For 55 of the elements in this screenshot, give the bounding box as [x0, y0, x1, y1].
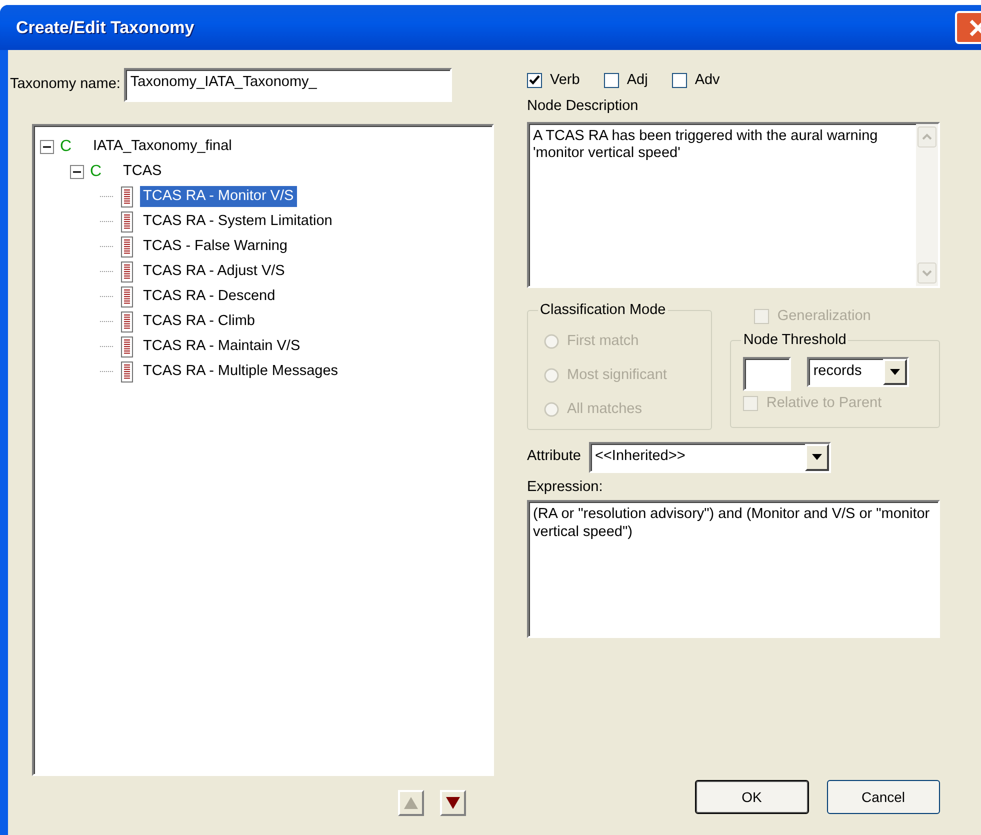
tree-connector [100, 246, 114, 247]
taxonomy-name-field[interactable]: Taxonomy_IATA_Taxonomy_ [124, 68, 452, 102]
document-icon [120, 286, 134, 308]
tree-item[interactable]: TCAS RA - Descend [140, 286, 278, 308]
checkbox-label[interactable]: Adv [694, 70, 720, 92]
tree-connector [100, 346, 114, 347]
tree-item[interactable]: TCAS RA - Adjust V/S [140, 260, 288, 282]
tree-item[interactable]: TCAS RA - Maintain V/S [140, 336, 304, 358]
tree-connector [100, 196, 114, 197]
up-arrow-icon [404, 797, 418, 809]
attribute-dropdown[interactable]: <<Inherited>> [589, 442, 831, 472]
document-icon [120, 336, 134, 358]
document-icon [120, 236, 134, 258]
field-label: Taxonomy name: [10, 75, 120, 94]
node-description-field[interactable]: A TCAS RA has been triggered with the aural warning 'monitor vertical speed' [527, 122, 940, 288]
unit-dropdown[interactable]: records [807, 356, 910, 386]
document-icon [120, 360, 134, 382]
scroll-down-icon [917, 262, 937, 284]
tree-connector [100, 296, 114, 297]
field-label: Node Description [527, 96, 640, 116]
tree-item[interactable]: TCAS RA - Multiple Messages [140, 360, 342, 382]
tree-connector [100, 271, 114, 272]
collapse-icon[interactable] [40, 140, 54, 154]
window-title: Create/Edit Taxonomy [16, 16, 194, 39]
tree-connector [100, 321, 114, 322]
dropdown-arrow-icon [890, 368, 900, 374]
category-icon: C [90, 160, 104, 184]
scrollbar[interactable] [916, 124, 938, 286]
field-label: Expression: [527, 478, 604, 496]
collapse-icon[interactable] [70, 164, 84, 178]
document-icon [120, 260, 134, 282]
scroll-up-icon [917, 126, 937, 148]
document-icon [120, 186, 134, 208]
tree-item[interactable]: IATA_Taxonomy_final [90, 136, 235, 158]
threshold-field[interactable] [743, 356, 792, 390]
tree-connector [100, 221, 114, 222]
dropdown-arrow-icon [812, 454, 822, 460]
tree-item[interactable]: TCAS RA - System Limitation [140, 210, 336, 232]
tree-item[interactable]: TCAS - False Warning [140, 236, 290, 258]
field-label: Attribute [527, 447, 581, 466]
tree-connector [100, 371, 114, 372]
document-icon [120, 310, 134, 332]
category-icon: C [60, 134, 74, 158]
tree-item[interactable]: TCAS RA - Monitor V/S [140, 186, 297, 208]
document-icon [120, 210, 134, 232]
down-arrow-icon [446, 797, 460, 809]
taxonomy-tree[interactable] [32, 124, 494, 776]
expression-field[interactable]: (RA or "resolution advisory") and (Monitor and V/S or "monitor vertical speed") [527, 500, 940, 638]
tree-item[interactable]: TCAS RA - Climb [140, 310, 258, 332]
dialog-button[interactable]: Cancel [826, 780, 940, 814]
checkbox-label[interactable]: Adj [626, 70, 648, 92]
checkbox-label[interactable]: Verb [550, 70, 580, 92]
move-down-button[interactable] [440, 790, 466, 816]
dialog-button[interactable]: OK [695, 780, 808, 814]
tree-item[interactable]: TCAS [120, 160, 165, 182]
